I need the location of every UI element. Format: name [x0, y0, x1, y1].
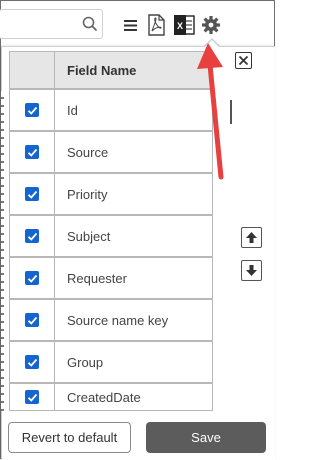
move-up-button[interactable] [241, 227, 262, 248]
field-name-header: Field Name [55, 51, 213, 89]
pdf-export-icon[interactable] [146, 13, 166, 37]
excel-letter: X [177, 21, 183, 31]
field-checkbox[interactable] [25, 229, 39, 243]
checkmark-icon [27, 358, 37, 367]
arrow-down-icon [246, 265, 257, 276]
checkmark-icon [27, 148, 37, 157]
text-cursor [230, 100, 232, 124]
field-checkbox[interactable] [25, 313, 39, 327]
field-checkbox[interactable] [25, 390, 39, 404]
field-checkbox-cell [9, 341, 55, 383]
excel-export-icon[interactable]: X [172, 13, 196, 37]
field-name-cell[interactable]: Subject [55, 215, 213, 257]
close-icon [238, 55, 249, 66]
select-all-header-cell [9, 51, 55, 89]
field-checkbox[interactable] [25, 187, 39, 201]
menu-icon[interactable] [122, 13, 140, 37]
settings-gear-icon[interactable] [200, 13, 222, 37]
field-checkbox[interactable] [25, 145, 39, 159]
field-name-cell[interactable]: Source name key [55, 299, 213, 341]
search-icon[interactable] [81, 15, 99, 33]
field-checkbox-cell [9, 131, 55, 173]
arrow-up-icon [246, 232, 257, 243]
close-button[interactable] [235, 52, 252, 69]
app-frame: X Field Name Id Source Priority Subject Requ… [0, 0, 275, 460]
field-name-cell[interactable]: Priority [55, 173, 213, 215]
truncated-edge [1, 91, 4, 411]
checkmark-icon [27, 393, 37, 402]
field-checkbox-cell [9, 257, 55, 299]
save-button[interactable]: Save [146, 422, 266, 453]
checkmark-icon [27, 232, 37, 241]
checkmark-icon [27, 274, 37, 283]
revert-to-default-button[interactable]: Revert to default [8, 422, 131, 453]
field-name-cell[interactable]: Group [55, 341, 213, 383]
field-name-cell[interactable]: Source [55, 131, 213, 173]
field-checkbox[interactable] [25, 103, 39, 117]
field-name-cell[interactable]: Requester [55, 257, 213, 299]
field-checkbox-cell [9, 383, 55, 411]
popover-caret-inner [205, 40, 219, 47]
checkmark-icon [27, 190, 37, 199]
checkmark-icon [27, 106, 37, 115]
field-checkbox-cell [9, 299, 55, 341]
field-checkbox-cell [9, 89, 55, 131]
field-name-cell[interactable]: Id [55, 89, 213, 131]
field-checkbox[interactable] [25, 355, 39, 369]
field-checkbox-cell [9, 173, 55, 215]
field-checkbox-cell [9, 215, 55, 257]
move-down-button[interactable] [241, 260, 262, 281]
checkmark-icon [27, 316, 37, 325]
field-name-cell[interactable]: CreatedDate [55, 383, 213, 411]
field-checkbox[interactable] [25, 271, 39, 285]
